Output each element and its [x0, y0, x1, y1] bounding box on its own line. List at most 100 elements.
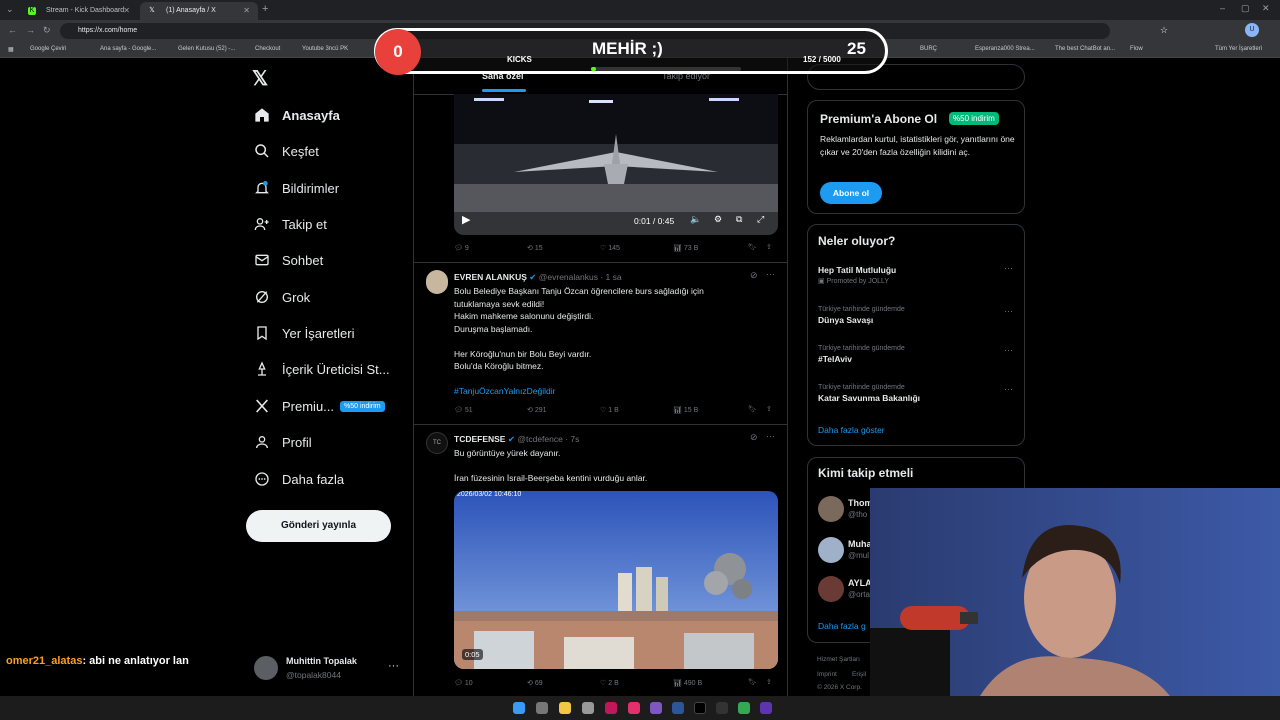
- app-icon[interactable]: [650, 702, 662, 714]
- repost-button[interactable]: ⟲ 15: [527, 244, 543, 252]
- chrome-icon[interactable]: [738, 702, 750, 714]
- bookmark-item[interactable]: The best ChatBot an...: [1055, 46, 1115, 52]
- views-button[interactable]: 📊︎ 15 B: [673, 406, 698, 414]
- more-options-icon[interactable]: ···: [766, 269, 775, 279]
- follow-name[interactable]: Muha: [848, 539, 872, 549]
- tab-search-icon[interactable]: ⌄: [6, 4, 14, 15]
- bookmark-button[interactable]: 🔖︎: [748, 405, 757, 413]
- trend-item[interactable]: Türkiye tarihinde gündemde Katar Savunma…: [818, 384, 1014, 403]
- nav-bookmarks[interactable]: Yer İşaretleri: [254, 319, 355, 347]
- x-logo-icon[interactable]: 𝕏: [252, 66, 268, 91]
- nav-creator-studio[interactable]: İçerik Üreticisi St...: [254, 355, 390, 383]
- back-icon[interactable]: ←: [8, 25, 17, 35]
- bookmark-item[interactable]: Ana sayfa - Google...: [100, 46, 156, 52]
- bookmark-item[interactable]: Flow: [1130, 46, 1143, 52]
- nav-follow[interactable]: Takip et: [254, 210, 327, 238]
- window-close-icon[interactable]: ✕: [1262, 3, 1270, 14]
- author-name[interactable]: EVREN ALANKUŞ: [454, 272, 527, 282]
- nav-profile[interactable]: Profil: [254, 428, 312, 456]
- obs-icon[interactable]: [716, 702, 728, 714]
- follow-name[interactable]: AYLA: [848, 578, 872, 588]
- author-name[interactable]: TCDEFENSE: [454, 434, 505, 444]
- avatar[interactable]: [818, 496, 844, 522]
- nav-explore[interactable]: Keşfet: [254, 137, 319, 165]
- account-menu-icon[interactable]: ···: [388, 660, 399, 672]
- grok-analyze-icon[interactable]: ⊘: [750, 270, 758, 281]
- trend-item[interactable]: Türkiye tarihinde gündemde #TelAviv: [818, 345, 1014, 364]
- search-icon[interactable]: [536, 702, 548, 714]
- avatar[interactable]: [818, 537, 844, 563]
- follow-show-more-link[interactable]: Daha fazla g: [818, 621, 866, 631]
- footer-terms-link[interactable]: Hizmet Şartları: [817, 656, 860, 663]
- reply-button[interactable]: 💬︎ 51: [454, 406, 473, 414]
- video-player[interactable]: ▶ 0:01 / 0:45 🔈 ⚙ ⧉ ⤢: [454, 94, 778, 235]
- maximize-icon[interactable]: ▢: [1241, 3, 1250, 14]
- trend-item[interactable]: Hep Tatil Mutluluğu ▣ Promoted by JOLLY: [818, 265, 1014, 285]
- forward-icon[interactable]: →: [26, 25, 35, 35]
- avatar[interactable]: TC: [426, 432, 448, 454]
- repost-button[interactable]: ⟲ 69: [527, 679, 543, 687]
- avatar[interactable]: [818, 576, 844, 602]
- bookmark-item[interactable]: Tüm Yer İşaretleri: [1215, 46, 1262, 52]
- views-button[interactable]: 📊︎ 73 B: [673, 244, 698, 252]
- close-icon[interactable]: ✕: [123, 6, 130, 15]
- reply-button[interactable]: 💬︎ 10: [454, 679, 473, 687]
- repost-button[interactable]: ⟲ 291: [527, 406, 547, 414]
- post-button[interactable]: Gönderi yayınla: [246, 510, 391, 542]
- nav-home[interactable]: Anasayfa: [254, 101, 340, 129]
- nav-notifications[interactable]: Bildirimler: [254, 174, 339, 202]
- show-more-link[interactable]: Daha fazla göster: [818, 425, 885, 435]
- nav-more[interactable]: Daha fazla: [254, 465, 344, 493]
- avatar[interactable]: [254, 656, 278, 680]
- share-icon[interactable]: ⇪: [766, 243, 772, 251]
- fullscreen-icon[interactable]: ⤢: [757, 214, 764, 225]
- bookmark-button[interactable]: 🔖︎: [748, 243, 757, 251]
- minimize-icon[interactable]: –: [1220, 3, 1225, 13]
- like-button[interactable]: ♡ 1 B: [600, 406, 619, 414]
- close-icon[interactable]: ✕: [243, 6, 250, 15]
- avatar[interactable]: [426, 270, 448, 294]
- footer-accessibility-link[interactable]: Erişil: [852, 671, 866, 678]
- bookmark-button[interactable]: 🔖︎: [748, 678, 757, 686]
- more-options-icon[interactable]: ···: [1004, 384, 1013, 394]
- more-options-icon[interactable]: ···: [766, 431, 775, 441]
- instagram-icon[interactable]: [628, 702, 640, 714]
- video-player[interactable]: 2026/03/02 10:46:10 0:05: [454, 491, 778, 669]
- bookmark-item[interactable]: Youtube 3ncü PK: [302, 46, 348, 52]
- nav-grok[interactable]: Grok: [254, 283, 310, 311]
- views-button[interactable]: 📊︎ 490 B: [673, 679, 702, 687]
- footer-imprint-link[interactable]: Imprint: [817, 671, 837, 678]
- nav-premium[interactable]: Premiu... %50 indirim: [254, 392, 385, 420]
- grok-analyze-icon[interactable]: ⊘: [750, 432, 758, 443]
- settings-gear-icon[interactable]: ⚙: [714, 214, 722, 225]
- hashtag-link[interactable]: #TanjuÖzcanYalnızDeğildir: [454, 385, 774, 398]
- like-button[interactable]: ♡ 2 B: [600, 679, 619, 687]
- windows-start-icon[interactable]: [513, 702, 525, 714]
- new-tab-icon[interactable]: +: [262, 3, 268, 15]
- star-icon[interactable]: ☆: [1160, 25, 1168, 36]
- photoshop-icon[interactable]: [672, 702, 684, 714]
- play-icon[interactable]: ▶: [462, 213, 470, 226]
- more-options-icon[interactable]: ···: [1004, 345, 1013, 355]
- profile-avatar-icon[interactable]: U: [1245, 23, 1259, 37]
- volume-icon[interactable]: 🔈: [690, 214, 701, 225]
- opera-icon[interactable]: [605, 702, 617, 714]
- tab-x-home[interactable]: 𝕏 (1) Anasayfa / X ✕: [140, 2, 258, 20]
- nav-chat[interactable]: Sohbet: [254, 246, 323, 274]
- author-handle[interactable]: @evrenalankus · 1 sa: [539, 272, 622, 282]
- bookmark-item[interactable]: BURÇ: [920, 46, 937, 52]
- bookmark-item[interactable]: Gelen Kutusu (52) -...: [178, 46, 235, 52]
- more-options-icon[interactable]: ···: [1004, 306, 1013, 316]
- bookmark-item[interactable]: Google Çeviri: [30, 46, 66, 52]
- apps-icon[interactable]: ▦: [8, 46, 14, 53]
- reply-button[interactable]: 💬︎ 9: [454, 244, 469, 252]
- bookmark-item[interactable]: Esperanza000 Strea...: [975, 46, 1035, 52]
- subscribe-button[interactable]: Abone ol: [820, 182, 882, 204]
- trend-item[interactable]: Türkiye tarihinde gündemde Dünya Savaşı: [818, 306, 1014, 325]
- follow-name[interactable]: Thom: [848, 498, 873, 508]
- tab-kick-dashboard[interactable]: K Stream - Kick Dashboard ✕: [20, 2, 138, 20]
- more-options-icon[interactable]: ···: [1004, 263, 1013, 273]
- like-button[interactable]: ♡ 145: [600, 244, 620, 252]
- share-icon[interactable]: ⇪: [766, 678, 772, 686]
- author-handle[interactable]: @tcdefence · 7s: [517, 434, 579, 444]
